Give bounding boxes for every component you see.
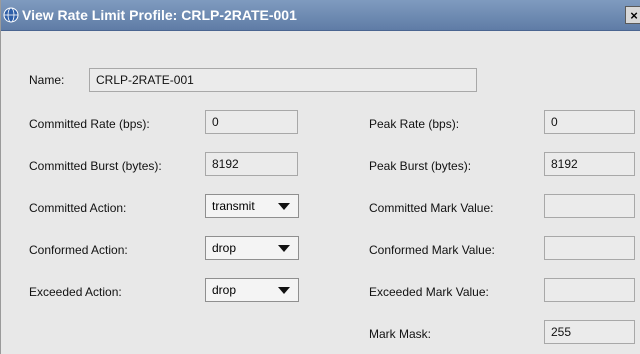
conformed-action-select[interactable]: drop [205, 236, 299, 260]
close-button[interactable]: × [625, 6, 640, 24]
conformed-mark-label: Conformed Mark Value: [369, 243, 495, 257]
peak-rate-label: Peak Rate (bps): [369, 117, 460, 131]
mark-mask-label: Mark Mask: [369, 327, 432, 341]
conformed-action-value: drop [212, 241, 237, 255]
committed-mark-label: Committed Mark Value: [369, 201, 494, 215]
committed-burst-label: Committed Burst (bytes): [29, 159, 162, 173]
committed-burst-field[interactable]: 8192 [205, 152, 298, 176]
exceeded-action-select[interactable]: drop [205, 278, 299, 302]
conformed-action-label: Conformed Action: [29, 243, 128, 257]
exceeded-mark-label: Exceeded Mark Value: [369, 285, 489, 299]
chevron-down-icon [278, 203, 290, 210]
name-label: Name: [29, 73, 65, 87]
peak-burst-field[interactable]: 8192 [544, 152, 635, 176]
exceeded-action-label: Exceeded Action: [29, 285, 122, 299]
committed-rate-label: Committed Rate (bps): [29, 117, 150, 131]
peak-rate-field[interactable]: 0 [544, 110, 635, 134]
title-bar[interactable]: View Rate Limit Profile: CRLP-2RATE-001 … [1, 0, 640, 31]
app-globe-icon [3, 7, 19, 23]
chevron-down-icon [278, 245, 290, 252]
name-field[interactable]: CRLP-2RATE-001 [89, 68, 477, 92]
conformed-mark-field[interactable] [544, 236, 635, 260]
window-title: View Rate Limit Profile: CRLP-2RATE-001 [22, 7, 297, 23]
close-icon: × [630, 8, 638, 23]
exceeded-action-value: drop [212, 283, 237, 297]
peak-burst-label: Peak Burst (bytes): [369, 159, 472, 173]
committed-action-value: transmit [212, 199, 255, 213]
chevron-down-icon [278, 287, 290, 294]
dialog-window: View Rate Limit Profile: CRLP-2RATE-001 … [0, 0, 640, 354]
mark-mask-field[interactable]: 255 [544, 320, 635, 344]
exceeded-mark-field[interactable] [544, 278, 635, 302]
committed-rate-field[interactable]: 0 [205, 110, 298, 134]
committed-action-label: Committed Action: [29, 201, 127, 215]
committed-mark-field[interactable] [544, 194, 635, 218]
committed-action-select[interactable]: transmit [205, 194, 299, 218]
